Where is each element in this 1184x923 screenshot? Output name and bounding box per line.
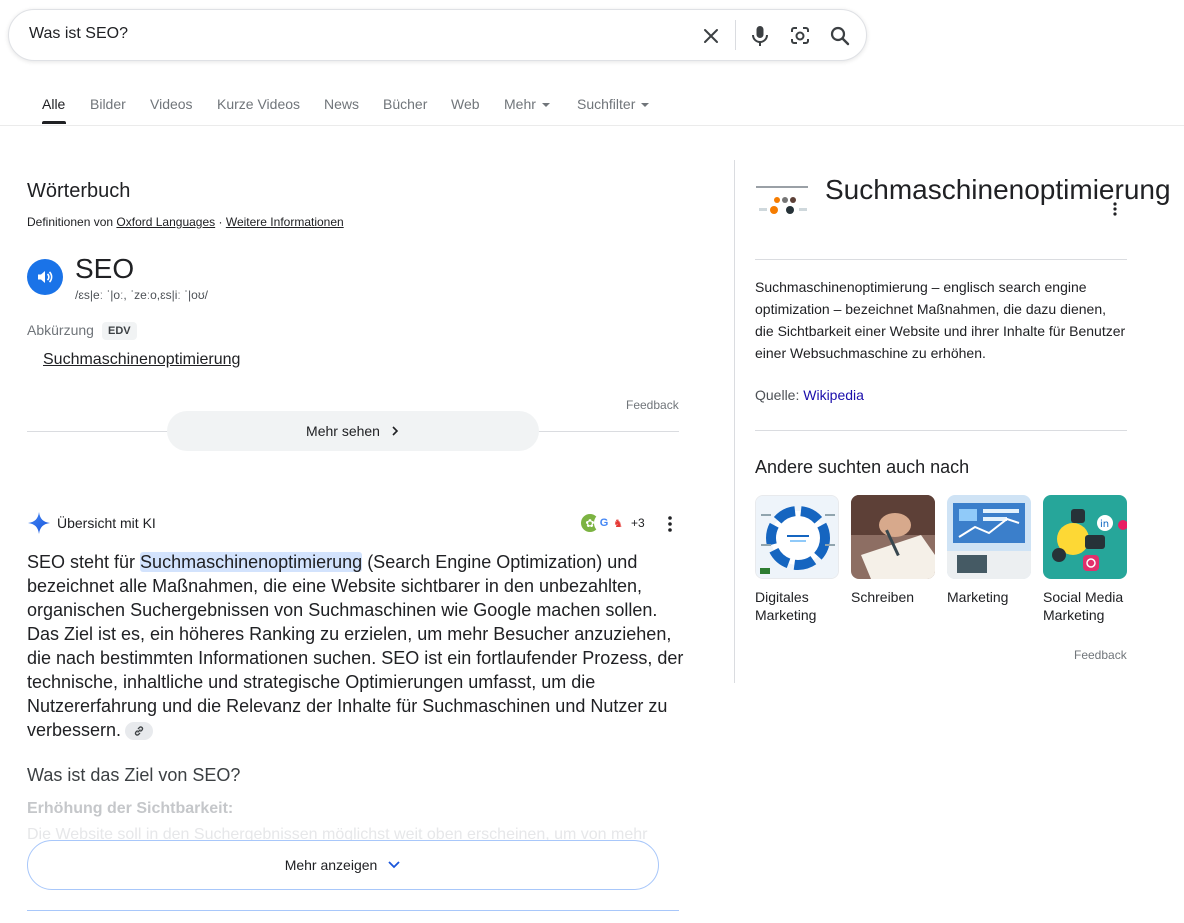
related-label: Digitales Marketing	[755, 589, 817, 623]
ai-text-after: (Search Engine Optimization) und bezeich…	[27, 552, 684, 740]
divider	[735, 20, 736, 50]
chevron-down-icon	[388, 861, 400, 869]
divider	[755, 430, 1127, 431]
search-icon[interactable]	[826, 22, 854, 50]
related-card-marketing[interactable]: Marketing	[947, 495, 1031, 606]
mehr-anzeigen-button[interactable]: Mehr anzeigen	[27, 840, 659, 890]
more-info-link[interactable]: Weitere Informationen	[226, 215, 344, 229]
dictionary-source: Definitionen von Oxford Languages · Weit…	[27, 215, 344, 229]
chevron-right-icon	[392, 426, 399, 436]
knowledge-panel-feedback-link[interactable]: Feedback	[1074, 648, 1127, 662]
search-input[interactable]: Was ist SEO?	[29, 25, 128, 43]
ai-overview-title: Übersicht mit KI	[57, 515, 156, 531]
mehr-sehen-button[interactable]: Mehr sehen	[167, 411, 539, 451]
ai-subquestion: Was ist das Ziel von SEO?	[27, 765, 241, 785]
tab-mehr[interactable]: Mehr	[504, 96, 550, 112]
active-tab-indicator	[42, 121, 66, 124]
dictionary-feedback-link[interactable]: Feedback	[626, 398, 679, 412]
knowledge-panel-source: Quelle: Wikipedia	[755, 387, 864, 403]
source-separator: ·	[218, 215, 223, 229]
link-icon	[134, 726, 144, 736]
caret-down-icon	[541, 103, 550, 108]
ai-source-count[interactable]: +3	[631, 516, 645, 530]
also-searched-heading: Andere suchten auch nach	[755, 457, 970, 477]
related-card-schreiben[interactable]: Schreiben	[851, 495, 935, 606]
tab-mehr-label: Mehr	[504, 96, 536, 112]
tab-news[interactable]: News	[324, 96, 359, 112]
tab-suchfilter[interactable]: Suchfilter	[577, 96, 650, 112]
related-label: Marketing	[947, 589, 1009, 605]
search-tabs: Alle Bilder Videos Kurze Videos News Büc…	[0, 85, 1184, 126]
search-box[interactable]: Was ist SEO?	[8, 9, 867, 61]
related-label: Schreiben	[851, 589, 915, 605]
phonetic: /ɛs|eː ˈ|oː, ˈzeːo,ɛs|iː ˈ|oʊ/	[75, 288, 208, 302]
wikipedia-link[interactable]: Wikipedia	[803, 387, 864, 403]
speaker-icon	[38, 271, 53, 283]
tab-suchfilter-label: Suchfilter	[577, 96, 636, 112]
tab-alle[interactable]: Alle	[42, 96, 65, 112]
schreiben-image	[851, 495, 935, 579]
divider	[27, 910, 679, 911]
source-label: Quelle:	[755, 387, 800, 403]
microphone-icon[interactable]	[746, 22, 774, 50]
tab-buecher[interactable]: Bücher	[383, 96, 427, 112]
digitales-marketing-image	[755, 495, 839, 579]
ai-sources-favicons[interactable]: ✿ G ♞	[580, 513, 628, 533]
knowledge-panel-description: Suchmaschinenoptimierung – englisch sear…	[755, 279, 1126, 361]
marketing-image	[947, 495, 1031, 579]
domain-tag: EDV	[102, 322, 137, 340]
clear-icon[interactable]	[697, 22, 725, 50]
knowledge-panel-title: Suchmaschinenoptimierung	[825, 174, 1171, 205]
related-card-digitales-marketing[interactable]: Digitales Marketing	[755, 495, 839, 624]
mehr-anzeigen-label: Mehr anzeigen	[284, 857, 378, 873]
panel-separator	[734, 160, 735, 683]
ai-subheading: Erhöhung der Sichtbarkeit:	[27, 800, 234, 817]
dictionary-word: SEO	[75, 253, 135, 284]
dictionary-title: Wörterbuch	[27, 180, 131, 202]
knowledge-panel-thumbnail[interactable]	[755, 182, 812, 222]
source-favicon: ♞	[608, 513, 628, 533]
related-label: Social Media Marketing	[1043, 589, 1124, 623]
oxford-languages-link[interactable]: Oxford Languages	[116, 215, 215, 229]
svg-text:in: in	[1100, 519, 1109, 530]
source-prefix: Definitionen von	[27, 215, 114, 229]
tab-web[interactable]: Web	[451, 96, 480, 112]
citation-link-button[interactable]	[125, 722, 154, 741]
pronunciation-speaker-button[interactable]	[27, 259, 63, 295]
ai-text-highlight[interactable]: Suchmaschinenoptimierung	[140, 552, 363, 572]
caret-down-icon	[641, 103, 650, 108]
related-card-social-media-marketing[interactable]: in Social Media Marketing	[1043, 495, 1127, 624]
divider	[755, 259, 1127, 260]
social-media-marketing-image: in	[1043, 495, 1127, 579]
more-options-icon[interactable]	[1108, 200, 1122, 218]
tab-kurze-videos[interactable]: Kurze Videos	[217, 96, 300, 112]
tab-videos[interactable]: Videos	[150, 96, 193, 112]
ai-text-before: SEO steht für	[27, 552, 141, 572]
more-options-icon[interactable]	[662, 514, 678, 534]
gemini-sparkle-icon	[28, 512, 50, 534]
tab-bilder[interactable]: Bilder	[90, 96, 126, 112]
part-of-speech: Abkürzung	[27, 322, 94, 338]
lens-camera-icon[interactable]	[786, 22, 814, 50]
definition-link[interactable]: Suchmaschinenoptimierung	[43, 351, 240, 369]
mehr-sehen-label: Mehr sehen	[306, 423, 380, 439]
ai-overview-text: SEO steht für Suchmaschinenoptimierung (…	[27, 550, 687, 742]
